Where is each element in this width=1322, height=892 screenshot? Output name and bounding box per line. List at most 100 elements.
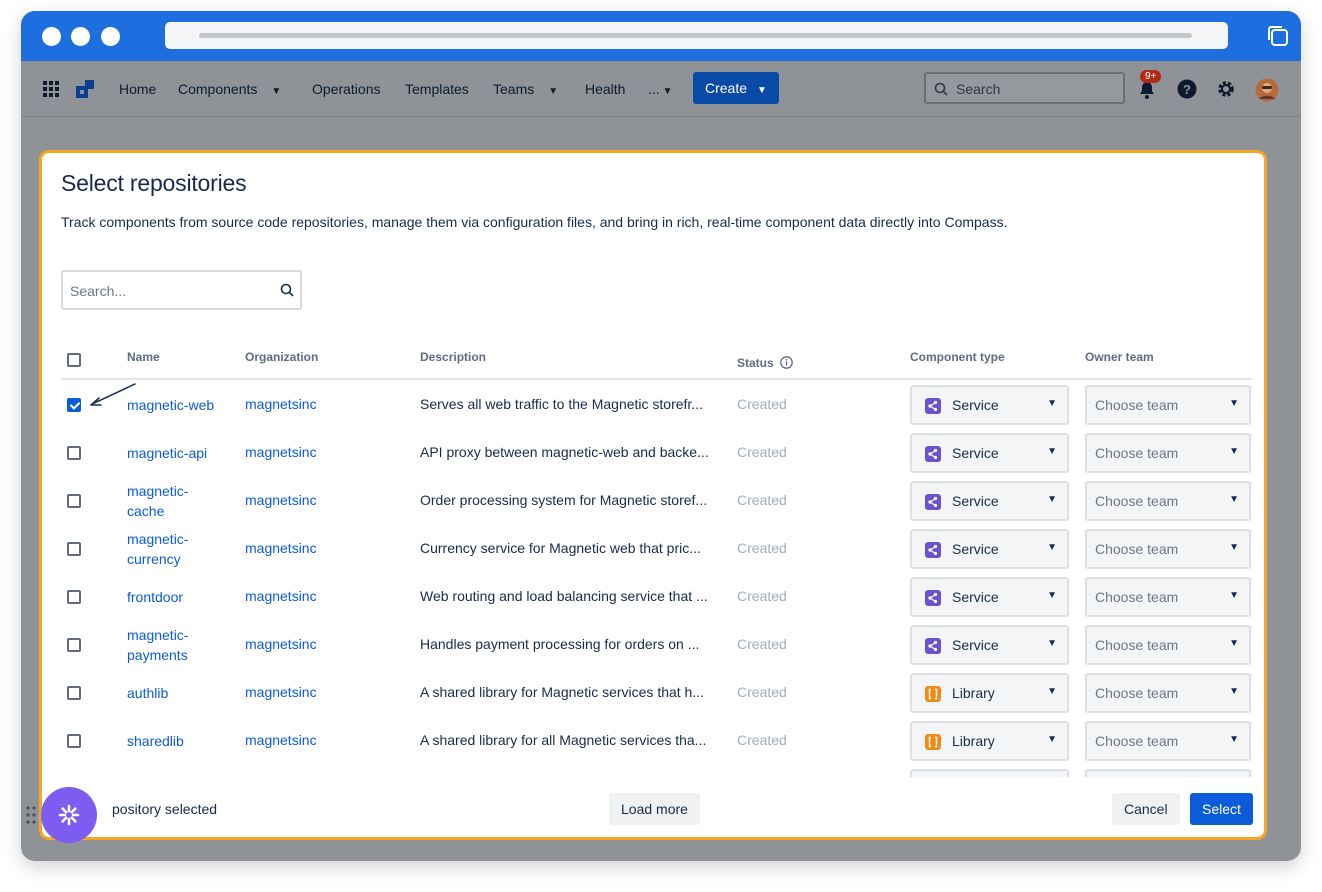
- repository-name-link[interactable]: sharedlib: [127, 731, 222, 751]
- service-type-icon: [925, 446, 941, 462]
- repository-name-link[interactable]: magnetic-web: [127, 395, 222, 415]
- component-type-select[interactable]: Service ▼: [910, 529, 1069, 569]
- compass-logo-icon[interactable]: [75, 79, 95, 99]
- library-type-icon: [925, 686, 941, 702]
- window-close-dot[interactable]: [42, 27, 61, 46]
- nav-templates[interactable]: Templates: [405, 81, 469, 97]
- row-checkbox[interactable]: [67, 398, 81, 412]
- component-type-select[interactable]: Service ▼: [910, 577, 1069, 617]
- repository-search-input[interactable]: Search...: [61, 270, 302, 310]
- select-all-checkbox[interactable]: [67, 353, 81, 367]
- row-checkbox[interactable]: [67, 590, 81, 604]
- nav-teams[interactable]: Teams ▼: [493, 81, 558, 97]
- repository-name-link[interactable]: magnetic-api: [127, 443, 222, 463]
- cancel-button[interactable]: Cancel: [1112, 793, 1180, 825]
- notifications-badge: 9+: [1140, 70, 1162, 83]
- nav-more[interactable]: ... ▼: [648, 81, 673, 97]
- owner-team-select[interactable]: Choose team ▼: [1085, 481, 1251, 521]
- nav-health[interactable]: Health: [585, 81, 625, 97]
- row-checkbox[interactable]: [67, 542, 81, 556]
- row-checkbox[interactable]: [67, 686, 81, 700]
- repository-name-link[interactable]: magnetic-cache: [127, 481, 222, 521]
- organization-link[interactable]: magnetsinc: [245, 492, 317, 508]
- owner-team-placeholder: Choose team: [1095, 397, 1179, 413]
- owner-team-select[interactable]: Choose team ▼: [1085, 721, 1251, 761]
- organization-link[interactable]: magnetsinc: [245, 444, 317, 460]
- owner-team-placeholder: Choose team: [1095, 733, 1179, 749]
- organization-link[interactable]: magnetsinc: [245, 588, 317, 604]
- info-icon[interactable]: [780, 356, 793, 369]
- column-header-description[interactable]: Description: [420, 350, 486, 364]
- organization-link[interactable]: magnetsinc: [245, 684, 317, 700]
- window-minimize-dot[interactable]: [71, 27, 90, 46]
- owner-team-select[interactable]: Choose team ▼: [1085, 625, 1251, 665]
- row-checkbox[interactable]: [67, 638, 81, 652]
- organization-link[interactable]: magnetsinc: [245, 732, 317, 748]
- owner-team-select[interactable]: [1085, 769, 1251, 777]
- row-checkbox[interactable]: [67, 494, 81, 508]
- component-type-select[interactable]: Library ▼: [910, 673, 1069, 713]
- column-header-organization[interactable]: Organization: [245, 350, 318, 364]
- column-header-owner-team[interactable]: Owner team: [1085, 350, 1154, 364]
- component-type-select[interactable]: Service ▼: [910, 385, 1069, 425]
- nav-operations[interactable]: Operations: [312, 81, 380, 97]
- column-header-status[interactable]: Status: [737, 354, 793, 370]
- row-checkbox[interactable]: [67, 734, 81, 748]
- global-search-input[interactable]: Search: [924, 72, 1125, 104]
- nav-components[interactable]: Components ▼: [178, 81, 281, 97]
- nav-home[interactable]: Home: [119, 81, 156, 97]
- app-switcher-icon[interactable]: [42, 80, 60, 98]
- user-avatar[interactable]: [1255, 78, 1279, 102]
- repository-description: Web routing and load balancing service t…: [420, 588, 708, 604]
- owner-team-select[interactable]: Choose team ▼: [1085, 577, 1251, 617]
- select-button[interactable]: Select: [1190, 793, 1253, 825]
- owner-team-placeholder: Choose team: [1095, 493, 1179, 509]
- chevron-down-icon: ▼: [1229, 494, 1239, 505]
- column-header-name[interactable]: Name: [127, 350, 160, 364]
- component-type-value: Service: [952, 445, 999, 461]
- status-text: Created: [737, 636, 787, 652]
- repository-name-link[interactable]: authlib: [127, 683, 222, 703]
- settings-gear-icon[interactable]: [1216, 79, 1236, 99]
- component-type-select[interactable]: Service ▼: [910, 433, 1069, 473]
- owner-team-select[interactable]: Choose team ▼: [1085, 433, 1251, 473]
- repository-name-link[interactable]: frontdoor: [127, 587, 222, 607]
- create-button-label: Create: [705, 80, 748, 96]
- owner-team-select[interactable]: Choose team ▼: [1085, 529, 1251, 569]
- component-type-select[interactable]: Service ▼: [910, 625, 1069, 665]
- notifications-icon[interactable]: [1137, 80, 1157, 100]
- address-placeholder-line: [199, 33, 1192, 38]
- chevron-down-icon: ▼: [271, 86, 282, 97]
- chevron-down-icon: ▼: [757, 85, 767, 96]
- status-text: Created: [737, 492, 787, 508]
- owner-team-placeholder: Choose team: [1095, 685, 1179, 701]
- drag-handle-icon[interactable]: [26, 806, 36, 824]
- create-button[interactable]: Create ▼: [693, 72, 779, 104]
- window-maximize-dot[interactable]: [101, 27, 120, 46]
- row-checkbox[interactable]: [67, 446, 81, 460]
- component-type-select[interactable]: Service ▼: [910, 481, 1069, 521]
- component-type-value: Service: [952, 397, 999, 413]
- assistant-button[interactable]: [41, 787, 97, 843]
- organization-link[interactable]: magnetsinc: [245, 396, 317, 412]
- load-more-button[interactable]: Load more: [609, 793, 700, 825]
- status-text: Created: [737, 684, 787, 700]
- table-row-partial: [42, 765, 1264, 777]
- chevron-down-icon: ▼: [1047, 398, 1057, 409]
- owner-team-select[interactable]: Choose team ▼: [1085, 673, 1251, 713]
- owner-team-placeholder: Choose team: [1095, 541, 1179, 557]
- library-type-icon: [925, 734, 941, 750]
- duplicate-window-icon[interactable]: [1265, 23, 1291, 49]
- repository-name-link[interactable]: magnetic-payments: [127, 625, 222, 665]
- repository-name-link[interactable]: magnetic-currency: [127, 529, 222, 569]
- component-type-select[interactable]: Library ▼: [910, 721, 1069, 761]
- owner-team-select[interactable]: Choose team ▼: [1085, 385, 1251, 425]
- chevron-down-icon: ▼: [1229, 686, 1239, 697]
- address-bar[interactable]: [165, 22, 1228, 49]
- column-header-component-type[interactable]: Component type: [910, 350, 1005, 364]
- organization-link[interactable]: magnetsinc: [245, 540, 317, 556]
- help-icon[interactable]: ?: [1177, 79, 1197, 99]
- table-row: magnetic-currency magnetsinc Currency serv…: [42, 525, 1264, 573]
- organization-link[interactable]: magnetsinc: [245, 636, 317, 652]
- component-type-select[interactable]: [910, 769, 1069, 777]
